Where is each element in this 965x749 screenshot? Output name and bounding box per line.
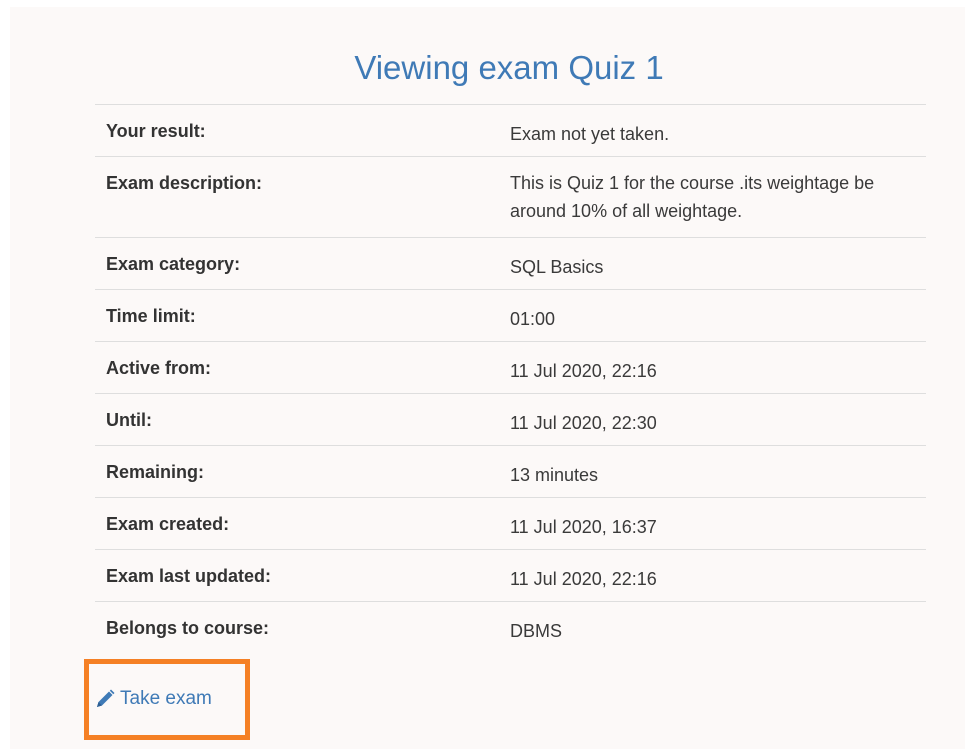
- detail-label: Exam created:: [106, 514, 230, 534]
- detail-row-exam-category: Exam category: SQL Basics: [95, 237, 926, 290]
- detail-row-exam-description: Exam description: This is Quiz 1 for the…: [95, 156, 926, 238]
- detail-value: DBMS: [510, 621, 563, 641]
- detail-label: Exam last updated:: [106, 566, 272, 586]
- detail-row-until: Until: 11 Jul 2020, 22:30: [95, 393, 926, 446]
- detail-value: 11 Jul 2020, 22:16: [510, 569, 657, 589]
- detail-value: 01:00: [510, 309, 556, 329]
- detail-value: 11 Jul 2020, 22:30: [510, 413, 657, 433]
- page-title: Viewing exam Quiz 1: [354, 49, 664, 86]
- take-exam-link[interactable]: Take exam: [94, 688, 212, 710]
- detail-label: Belongs to course:: [106, 618, 270, 638]
- pencil-icon: [94, 688, 116, 710]
- detail-value: Exam not yet taken.: [510, 124, 670, 144]
- detail-label: Remaining:: [106, 462, 205, 482]
- detail-value: This is Quiz 1 for the course .its weigh…: [510, 173, 875, 221]
- detail-value: 11 Jul 2020, 22:16: [510, 361, 657, 381]
- detail-row-active-from: Active from: 11 Jul 2020, 22:16: [95, 341, 926, 394]
- detail-label: Until:: [106, 410, 152, 430]
- detail-label: Your result:: [106, 121, 206, 141]
- detail-label: Time limit:: [106, 306, 196, 326]
- detail-value: 13 minutes: [510, 465, 599, 485]
- take-exam-label[interactable]: Take exam: [120, 688, 212, 710]
- detail-label: Active from:: [106, 358, 212, 378]
- detail-label: Exam description:: [106, 173, 263, 193]
- detail-row-exam-last-updated: Exam last updated: 11 Jul 2020, 22:16: [95, 549, 926, 602]
- exam-details-table: Your result: Exam not yet taken. Exam de…: [95, 104, 926, 654]
- detail-row-time-limit: Time limit: 01:00: [95, 289, 926, 342]
- detail-row-belongs-to-course: Belongs to course: DBMS: [95, 601, 926, 654]
- detail-value: 11 Jul 2020, 16:37: [510, 517, 657, 537]
- detail-row-exam-created: Exam created: 11 Jul 2020, 16:37: [95, 497, 926, 550]
- detail-value: SQL Basics: [510, 257, 604, 277]
- detail-row-remaining: Remaining: 13 minutes: [95, 445, 926, 498]
- detail-label: Exam category:: [106, 254, 241, 274]
- detail-row-your-result: Your result: Exam not yet taken.: [95, 104, 926, 157]
